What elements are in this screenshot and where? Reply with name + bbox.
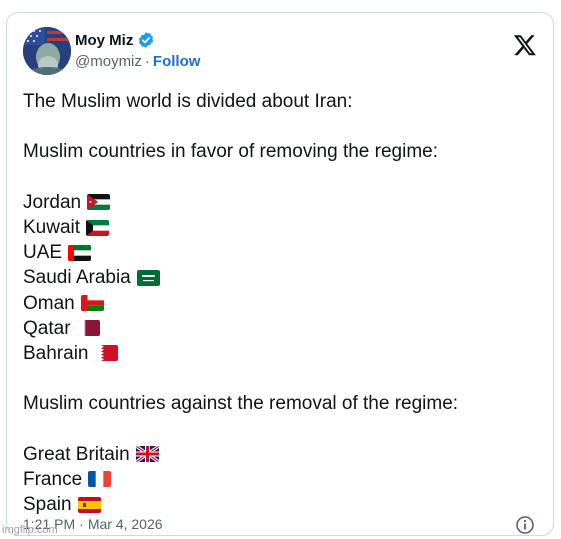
- country-name: Great Britain: [23, 443, 130, 465]
- bahrain-flag-icon: [94, 345, 118, 362]
- country-line: Saudi Arabia: [23, 265, 537, 290]
- avatar[interactable]: [23, 27, 71, 75]
- country-line: Qatar: [23, 316, 537, 341]
- line-text: Muslim countries in favor of removing th…: [23, 141, 438, 163]
- tweet-date[interactable]: Mar 4, 2026: [88, 516, 163, 532]
- tweet-card: Moy Miz @moymiz · Follow The Muslim worl…: [6, 12, 554, 536]
- oman-flag-icon: [80, 295, 104, 312]
- country-name: Saudi Arabia: [23, 267, 131, 289]
- uae-flag-icon: [68, 244, 92, 261]
- country-line: Jordan: [23, 190, 537, 215]
- country-name: Qatar: [23, 317, 71, 339]
- country-name: Spain: [23, 494, 72, 515]
- country-name: France: [23, 468, 83, 490]
- country-name: UAE: [23, 242, 63, 264]
- line-text: The Muslim world is divided about Iran:: [23, 91, 353, 112]
- qatar-flag-icon: [76, 320, 100, 337]
- country-line: Oman: [23, 291, 537, 316]
- country-name: Jordan: [23, 191, 82, 213]
- jordan-flag-icon: [87, 194, 111, 211]
- name-row: Moy Miz: [75, 31, 155, 49]
- country-name: Oman: [23, 292, 75, 314]
- country-line: Spain: [23, 492, 537, 517]
- country-line: Bahrain: [23, 341, 537, 366]
- x-logo-icon[interactable]: [513, 33, 537, 57]
- line-text: Muslim countries against the removal of …: [23, 393, 459, 415]
- handle[interactable]: @moymiz: [75, 53, 142, 70]
- spain-flag-icon: [77, 496, 101, 513]
- saudi-arabia-flag-icon: [136, 269, 160, 286]
- tweet-text: The Muslim world is divided about Iran: …: [23, 89, 537, 517]
- country-line: Great Britain: [23, 442, 537, 467]
- verified-badge-icon: [137, 31, 155, 49]
- text-line: Muslim countries in favor of removing th…: [23, 139, 537, 164]
- country-line: France: [23, 467, 537, 492]
- france-flag-icon: [88, 471, 112, 488]
- kuwait-flag-icon: [86, 219, 110, 236]
- tweet-header: Moy Miz @moymiz · Follow: [23, 27, 537, 77]
- watermark: imgflip.com: [2, 524, 58, 536]
- separator: ·: [79, 516, 84, 532]
- separator: ·: [144, 53, 150, 70]
- follow-button[interactable]: Follow: [153, 53, 201, 70]
- country-line: UAE: [23, 240, 537, 265]
- country-name: Bahrain: [23, 342, 89, 364]
- info-icon[interactable]: [515, 515, 535, 535]
- display-name[interactable]: Moy Miz: [75, 32, 133, 49]
- handle-row: @moymiz · Follow: [75, 53, 200, 70]
- country-line: Kuwait: [23, 215, 537, 240]
- great-britain-flag-icon: [135, 446, 159, 463]
- text-line: Muslim countries against the removal of …: [23, 391, 537, 416]
- text-line: The Muslim world is divided about Iran:: [23, 89, 537, 114]
- country-name: Kuwait: [23, 216, 81, 238]
